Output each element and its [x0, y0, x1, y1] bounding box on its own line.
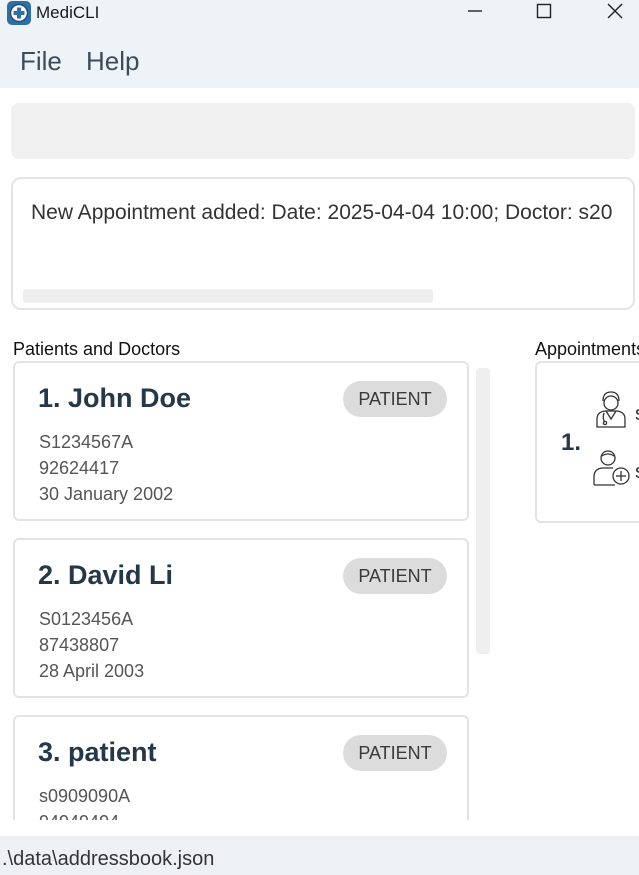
- patient-icon: [591, 447, 631, 487]
- maximize-button[interactable]: [521, 0, 567, 26]
- person-list-scrollbar[interactable]: [476, 368, 490, 654]
- doctor-icon: [591, 389, 631, 429]
- person-nric: S0123456A: [39, 609, 134, 629]
- person-nric: S1234567A: [39, 432, 134, 452]
- person-name: 3. patient: [38, 737, 157, 767]
- person-dob: 28 April 2003: [39, 661, 145, 681]
- result-message: New Appointment added: Date: 2025-04-04 …: [31, 201, 613, 224]
- person-dob: 30 January 2002: [39, 484, 174, 504]
- command-input[interactable]: [11, 103, 635, 159]
- appointments-panel-label: Appointments: [535, 339, 639, 359]
- person-name: 1. John Doe: [38, 383, 192, 413]
- status-bar: .\data\addressbook.json: [0, 836, 639, 875]
- result-horizontal-scrollbar[interactable]: [23, 289, 433, 303]
- minimize-icon: [467, 3, 483, 24]
- role-badge: PATIENT: [343, 381, 447, 417]
- role-badge: PATIENT: [343, 558, 447, 594]
- menu-bar: File Help: [0, 28, 639, 88]
- appointment-index: 1.: [561, 429, 582, 456]
- person-phone: 92624417: [39, 458, 120, 478]
- person-card[interactable]: 2. David Li PATIENT S0123456A 87438807 2…: [13, 538, 469, 698]
- role-badge: PATIENT: [343, 735, 447, 771]
- persons-panel-label: Patients and Doctors: [13, 339, 181, 359]
- medical-cross-icon: [7, 1, 31, 25]
- person-phone: 94949494: [39, 812, 119, 820]
- person-name: 2. David Li: [38, 560, 174, 590]
- close-icon: [606, 2, 624, 25]
- person-phone: 87438807: [39, 635, 120, 655]
- person-list: 1. John Doe PATIENT S1234567A 92624417 3…: [11, 360, 471, 820]
- menu-help[interactable]: Help: [86, 46, 139, 77]
- minimize-button[interactable]: [452, 0, 498, 26]
- result-display[interactable]: New Appointment added: Date: 2025-04-04 …: [11, 177, 635, 310]
- close-button[interactable]: [592, 0, 638, 26]
- data-file-path: .\data\addressbook.json: [2, 848, 215, 870]
- person-nric: s0909090A: [39, 786, 131, 806]
- appointment-card[interactable]: 1. s s: [535, 361, 639, 523]
- appointment-doctor: s: [635, 403, 639, 426]
- person-card[interactable]: 3. patient PATIENT s0909090A 94949494: [13, 715, 469, 820]
- appointment-patient: s: [635, 461, 639, 484]
- menu-file[interactable]: File: [20, 46, 62, 77]
- person-card[interactable]: 1. John Doe PATIENT S1234567A 92624417 3…: [13, 361, 469, 521]
- title-bar: MediCLI: [0, 0, 639, 28]
- maximize-icon: [536, 3, 552, 24]
- window-title: MediCLI: [36, 3, 100, 22]
